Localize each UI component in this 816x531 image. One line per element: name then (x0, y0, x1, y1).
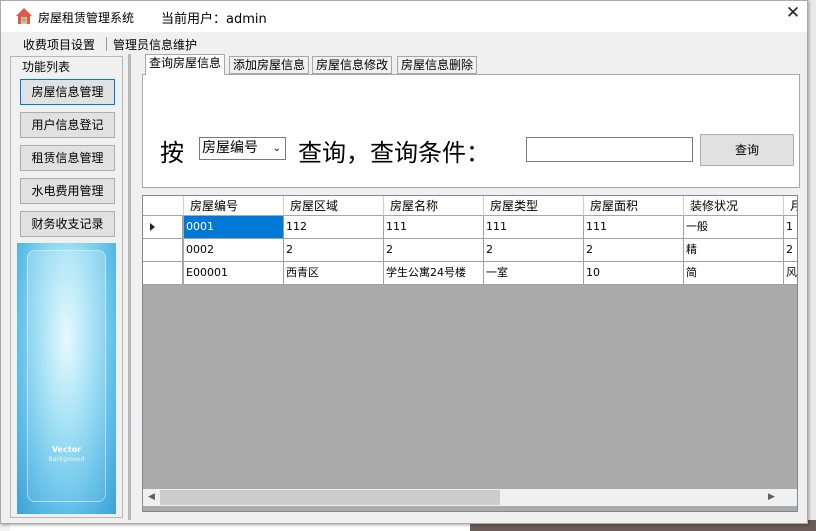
column-header[interactable]: 房屋区域 (284, 196, 384, 216)
decorative-card (27, 250, 106, 502)
triangle-right-icon (150, 223, 155, 231)
window-title: 房屋租赁管理系统 (38, 11, 135, 25)
query-button[interactable]: 查询 (700, 134, 794, 166)
chevron-down-icon: ⌄ (272, 143, 281, 154)
table-cell[interactable]: 简 (684, 262, 784, 285)
column-header[interactable]: 房屋名称 (384, 196, 484, 216)
horizontal-scrollbar[interactable]: ◀ ▶ (143, 489, 780, 506)
decorative-image: Vector Background (17, 243, 116, 514)
utility-fee-button[interactable]: 水电费用管理 (20, 178, 115, 204)
row-header[interactable] (143, 239, 183, 262)
tab-add-house[interactable]: 添加房屋信息 (229, 56, 310, 74)
scrollbar-corner (780, 489, 797, 506)
title-bar[interactable]: 房屋租赁管理系统 当前用户：admin ✕ (1, 1, 807, 32)
current-user-label: 当前用户：admin (161, 12, 267, 27)
column-header[interactable]: 装修状况 (684, 196, 784, 216)
table-cell[interactable]: 一般 (684, 216, 784, 239)
query-condition-label: 查询，查询条件： (298, 139, 490, 167)
menu-admin-maintenance[interactable]: 管理员信息维护 (107, 36, 203, 53)
chevron-right-icon[interactable]: ▶ (763, 489, 780, 506)
column-header[interactable]: 月 (784, 196, 797, 216)
table-cell[interactable]: 风 (784, 262, 797, 285)
chevron-left-icon[interactable]: ◀ (143, 489, 160, 506)
by-label: 按 (160, 139, 184, 167)
table-cell[interactable]: 学生公寓24号楼 (384, 262, 484, 285)
table-cell[interactable]: 2 (284, 239, 384, 262)
query-condition-input[interactable] (526, 137, 693, 162)
column-header[interactable]: 房屋面积 (584, 196, 684, 216)
grid-corner-header (143, 196, 184, 216)
table-cell[interactable]: 112 (284, 216, 384, 239)
lease-info-button[interactable]: 租赁信息管理 (20, 145, 115, 171)
row-header[interactable] (143, 216, 183, 239)
table-cell[interactable]: 一室 (484, 262, 584, 285)
column-header[interactable]: 房屋编号 (184, 196, 284, 216)
tab-edit-house[interactable]: 房屋信息修改 (312, 56, 393, 74)
table-cell[interactable]: E00001 (184, 262, 284, 285)
scrollbar-thumb[interactable] (160, 490, 500, 505)
function-list-legend: 功能列表 (20, 58, 73, 75)
table-cell[interactable]: 111 (484, 216, 584, 239)
decorative-image-subtitle: Background (48, 456, 85, 463)
table-cell[interactable]: 1 (784, 216, 797, 239)
table-cell[interactable]: 精 (684, 239, 784, 262)
menu-bar: 收费项目设置 管理员信息维护 (9, 33, 799, 55)
table-cell[interactable]: 2 (384, 239, 484, 262)
row-header[interactable] (143, 262, 183, 285)
table-cell[interactable]: 10 (584, 262, 684, 285)
query-field-value: 房屋编号 (202, 140, 258, 156)
table-cell[interactable]: 西青区 (284, 262, 384, 285)
table-cell[interactable]: 111 (584, 216, 684, 239)
table-cell[interactable]: 111 (384, 216, 484, 239)
column-header[interactable]: 房屋类型 (484, 196, 584, 216)
query-field-select[interactable]: 房屋编号 ⌄ (199, 137, 286, 160)
table-cell[interactable]: 0001 (184, 216, 284, 239)
house-data-grid[interactable]: ◀ ▶ 房屋编号房屋区域房屋名称房屋类型房屋面积装修状况月00011121111… (142, 195, 798, 512)
table-cell[interactable]: 0002 (184, 239, 284, 262)
user-register-button[interactable]: 用户信息登记 (20, 112, 115, 138)
table-cell[interactable]: 2 (784, 239, 797, 262)
decorative-image-title: Vector (51, 445, 82, 454)
house-icon (16, 8, 32, 24)
house-info-button[interactable]: 房屋信息管理 (20, 79, 115, 105)
menu-fee-settings[interactable]: 收费项目设置 (17, 36, 101, 53)
splitter[interactable] (128, 54, 131, 520)
table-cell[interactable]: 2 (484, 239, 584, 262)
query-tab-page (142, 74, 800, 188)
table-cell[interactable]: 2 (584, 239, 684, 262)
tab-delete-house[interactable]: 房屋信息删除 (397, 56, 478, 74)
finance-record-button[interactable]: 财务收支记录 (20, 211, 115, 237)
close-button[interactable]: ✕ (779, 2, 807, 26)
tab-query-house[interactable]: 查询房屋信息 (145, 54, 226, 75)
